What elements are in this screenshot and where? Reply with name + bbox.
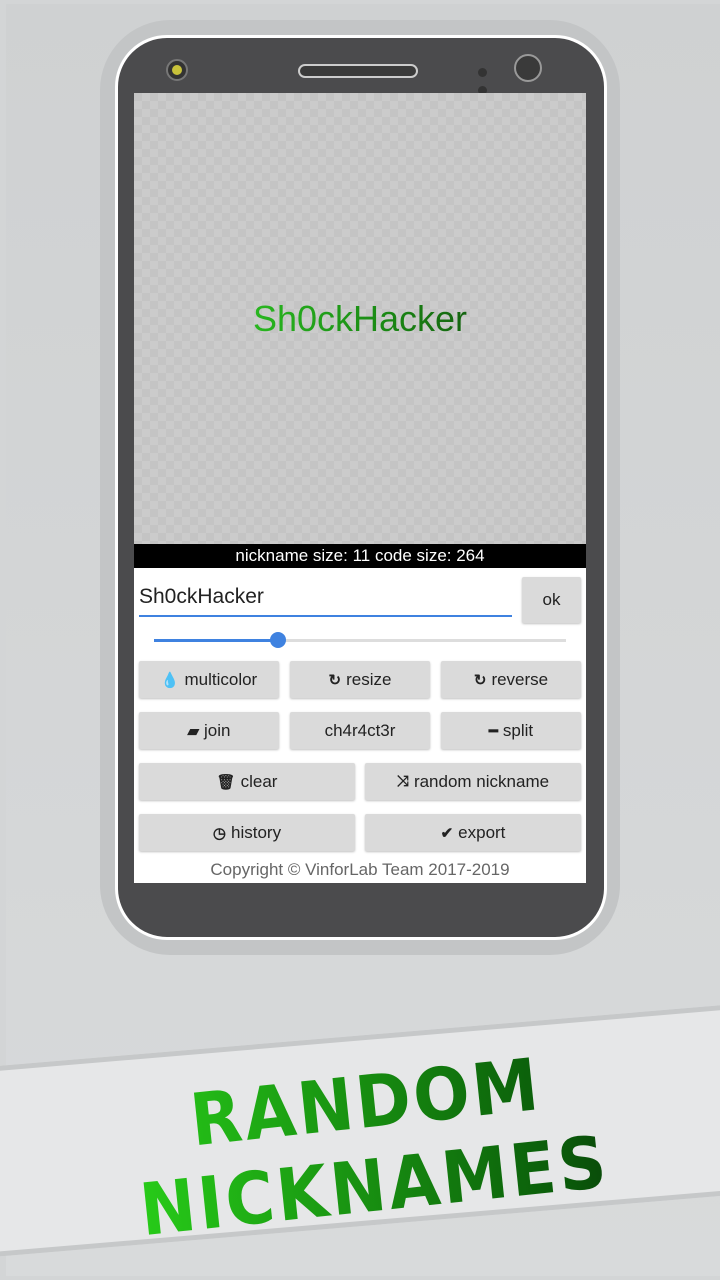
button-label: multicolor xyxy=(184,669,258,689)
button-label: export xyxy=(458,822,506,842)
size-info: nickname size: 11 code size: 264 xyxy=(134,544,586,568)
check-circle-icon: ✔ xyxy=(440,824,454,842)
button-label: random nickname xyxy=(413,771,550,791)
random-nickname-button[interactable]: ⤨ random nickname xyxy=(365,763,581,800)
slider-fill xyxy=(154,639,278,642)
trash-icon: 🗑 xyxy=(216,773,236,791)
button-label: history xyxy=(231,822,282,842)
button-label: ch4r4ct3r xyxy=(324,720,396,740)
history-button[interactable]: ◷ history xyxy=(139,814,355,851)
ok-button[interactable]: ok xyxy=(522,577,581,623)
nickname-input[interactable]: Sh0ckHacker xyxy=(139,579,512,617)
nickname-preview: Sh0ckHacker xyxy=(134,93,586,544)
app-screen: Sh0ckHacker nickname size: 11 code size:… xyxy=(134,93,586,883)
ch4r4ct3r-button[interactable]: ch4r4ct3r xyxy=(290,712,430,749)
tint-icon: 💧 xyxy=(160,671,180,689)
copyright: Copyright © VinforLab Team 2017-2019 xyxy=(210,860,510,879)
shuffle-icon: ⤨ xyxy=(396,773,409,790)
join-button[interactable]: ▰ join xyxy=(139,712,279,749)
front-camera-icon xyxy=(514,54,542,82)
redo-icon: ↻ xyxy=(473,671,487,689)
redo-icon: ↻ xyxy=(328,671,342,689)
button-label: resize xyxy=(346,669,392,689)
button-label: split xyxy=(502,720,534,740)
minus-icon: ━ xyxy=(488,722,498,740)
clear-button[interactable]: 🗑 clear xyxy=(139,763,355,800)
button-label: reverse xyxy=(491,669,549,689)
multicolor-button[interactable]: 💧 multicolor xyxy=(139,661,279,698)
export-button[interactable]: ✔ export xyxy=(365,814,581,851)
preview-nickname: Sh0ckHacker xyxy=(134,298,586,340)
split-button[interactable]: ━ split xyxy=(441,712,581,749)
eraser-icon: ▰ xyxy=(187,722,200,740)
resize-button[interactable]: ↻ resize xyxy=(290,661,430,698)
camera-icon xyxy=(166,59,188,81)
reverse-button[interactable]: ↻ reverse xyxy=(441,661,581,698)
slider-thumb[interactable] xyxy=(269,632,286,648)
button-label: clear xyxy=(240,771,278,791)
clock-icon: ◷ xyxy=(212,824,226,842)
sensor-icon xyxy=(478,64,500,95)
size-slider[interactable] xyxy=(154,632,566,648)
button-label: join xyxy=(204,720,231,740)
speaker-icon xyxy=(298,64,418,78)
